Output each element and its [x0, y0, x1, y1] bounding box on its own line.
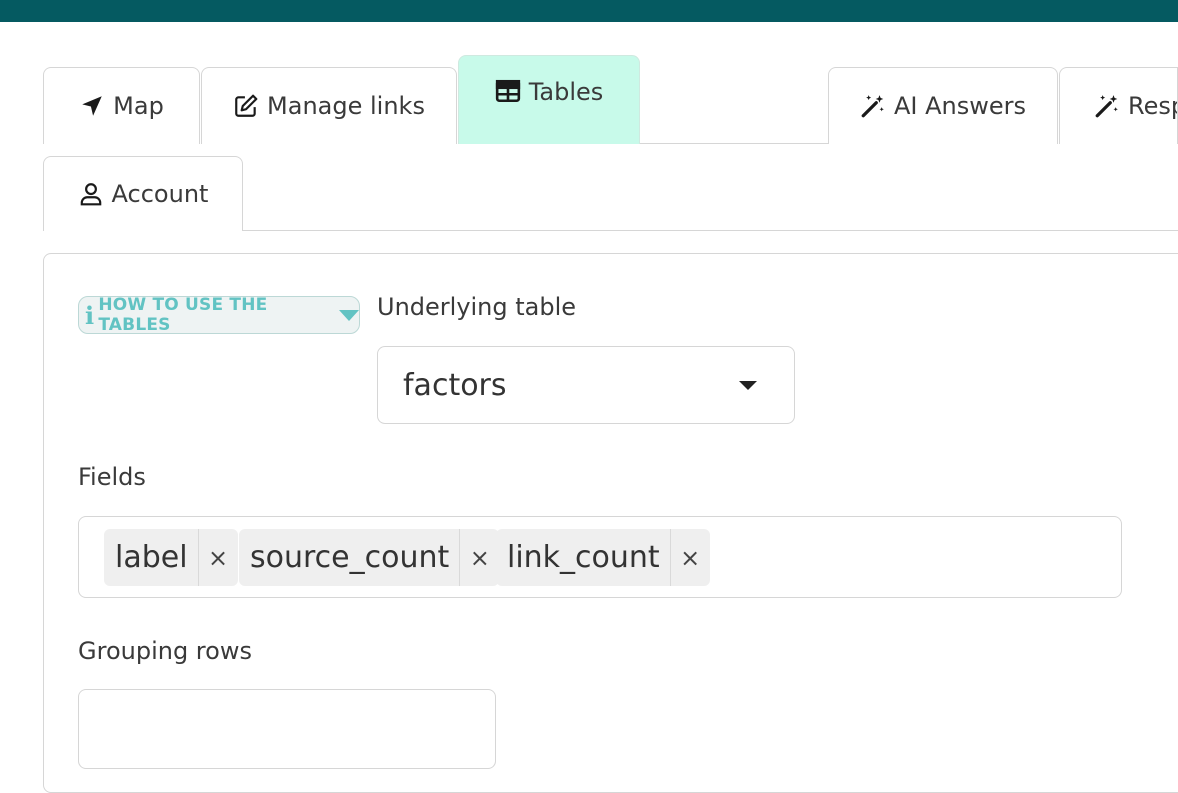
grouping-rows-label: Grouping rows [78, 637, 252, 665]
underlying-table-value: factors [403, 367, 507, 403]
table-icon [495, 78, 521, 104]
user-icon [78, 181, 104, 207]
chip-text: link_count [496, 529, 671, 586]
tab-responses-label: Resp [1128, 92, 1177, 120]
tab-responses[interactable]: Resp [1059, 67, 1178, 144]
magic-wand-icon [1094, 93, 1120, 119]
grouping-rows-input[interactable] [78, 689, 496, 769]
tab-account-label: Account [111, 180, 209, 208]
tab-tables[interactable]: Tables [458, 55, 640, 144]
tab-map[interactable]: Map [43, 67, 200, 144]
navigation-arrow-icon [79, 93, 105, 119]
chip-remove-button[interactable]: × [199, 529, 238, 586]
tab-row-divider [640, 143, 828, 144]
tab-ai-answers-label: AI Answers [893, 92, 1027, 120]
underlying-table-select[interactable]: factors [377, 346, 795, 424]
tab-ai-answers[interactable]: AI Answers [828, 67, 1058, 144]
field-chip-label: label × [104, 529, 238, 586]
top-bar [0, 0, 1178, 22]
tab-map-label: Map [113, 92, 164, 120]
fields-label: Fields [78, 463, 146, 491]
tab-account[interactable]: Account [43, 156, 243, 231]
dropdown-arrow-icon [739, 381, 757, 390]
field-chip-source-count: source_count × [239, 529, 500, 586]
chip-text: label [104, 529, 199, 586]
tab-manage-links[interactable]: Manage links [201, 67, 457, 144]
tab-divider [243, 230, 1178, 231]
how-to-use-tables-button[interactable]: i HOW TO USE THE TABLES [78, 295, 360, 335]
underlying-table-label: Underlying table [377, 293, 577, 321]
chip-remove-button[interactable]: × [460, 529, 499, 586]
magic-wand-icon [860, 93, 886, 119]
tab-tables-label: Tables [528, 78, 604, 106]
tab-manage-links-label: Manage links [267, 92, 425, 120]
chip-remove-button[interactable]: × [671, 529, 710, 586]
chip-text: source_count [239, 529, 461, 586]
caret-down-icon [339, 309, 359, 321]
field-chip-link-count: link_count × [496, 529, 710, 586]
fields-multiselect[interactable]: label × source_count × link_count × [78, 516, 1122, 598]
edit-icon [233, 93, 259, 119]
info-icon: i [85, 300, 95, 330]
how-to-use-tables-label: HOW TO USE THE TABLES [98, 295, 268, 335]
